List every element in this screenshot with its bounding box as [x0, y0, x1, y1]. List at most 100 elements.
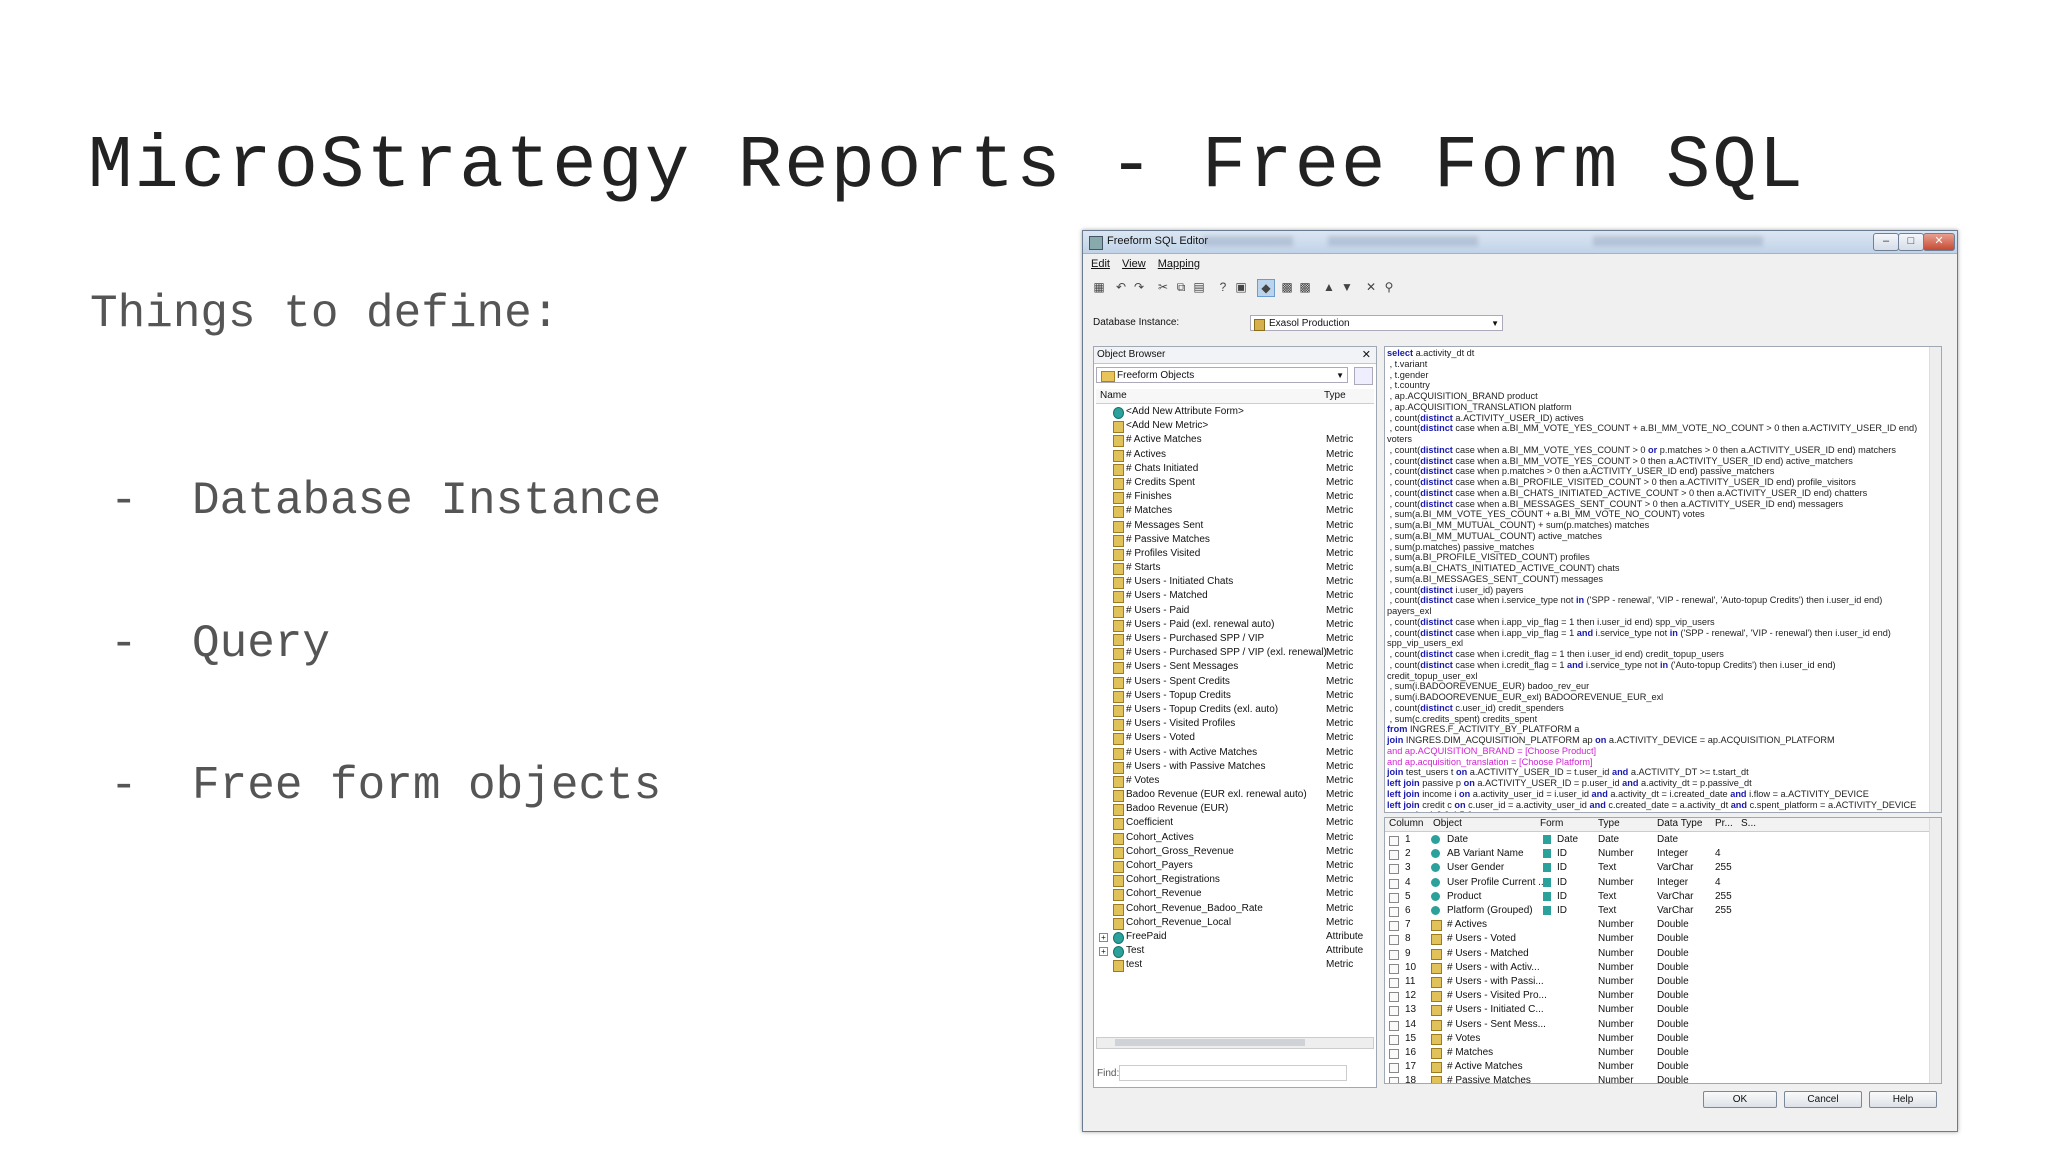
- help-button[interactable]: Help: [1869, 1091, 1937, 1108]
- list-item[interactable]: Cohort_Registrations Metric: [1096, 873, 1374, 888]
- table-row[interactable]: 13 # Users - Initiated C... Number Double: [1385, 1003, 1929, 1017]
- list-item[interactable]: # Users - Spent Credits Metric: [1096, 675, 1374, 689]
- paste-icon[interactable]: ▤: [1191, 279, 1207, 295]
- find-icon[interactable]: ⚲: [1381, 279, 1397, 295]
- folder-select[interactable]: Freeform Objects ▼: [1096, 367, 1348, 383]
- table-row[interactable]: 18 # Passive Matches Number Double: [1385, 1074, 1929, 1083]
- expand-icon[interactable]: +: [1099, 947, 1108, 957]
- table-row[interactable]: 10 # Users - with Activ... Number Double: [1385, 961, 1929, 975]
- cancel-button[interactable]: Cancel: [1784, 1091, 1862, 1108]
- table-row[interactable]: 14 # Users - Sent Mess... Number Double: [1385, 1018, 1929, 1032]
- list-item[interactable]: + FreePaid Attribute: [1096, 930, 1374, 944]
- attribute-mode-icon[interactable]: ◆: [1257, 279, 1275, 297]
- list-item[interactable]: # Users - with Passive Matches Metric: [1096, 760, 1374, 774]
- database-instance-select[interactable]: Exasol Production ▼: [1250, 315, 1503, 331]
- ok-button[interactable]: OK: [1703, 1091, 1777, 1108]
- list-item[interactable]: # Users - Voted Metric: [1096, 731, 1374, 746]
- sql-editor[interactable]: select a.activity_dt dt , t.variant , t.…: [1384, 346, 1942, 813]
- table-row[interactable]: 4 User Profile Current ... ID Number Integer…: [1385, 876, 1929, 890]
- vertical-scrollbar[interactable]: [1929, 818, 1941, 1083]
- find-input[interactable]: [1119, 1065, 1347, 1081]
- cut-icon[interactable]: ✂: [1155, 279, 1171, 295]
- vertical-scrollbar[interactable]: [1929, 347, 1941, 812]
- list-item[interactable]: # Chats Initiated Metric: [1096, 462, 1374, 476]
- copy-icon[interactable]: ⧉: [1173, 279, 1189, 295]
- list-item[interactable]: <Add New Metric>: [1096, 419, 1374, 434]
- menu-view[interactable]: View: [1122, 258, 1146, 270]
- list-item[interactable]: # Users - Paid Metric: [1096, 604, 1374, 618]
- list-item[interactable]: # Credits Spent Metric: [1096, 476, 1374, 490]
- menu-mapping[interactable]: Mapping: [1158, 258, 1200, 270]
- table-row[interactable]: 3 User Gender ID Text VarChar 255: [1385, 861, 1929, 875]
- table-row[interactable]: 8 # Users - Voted Number Double: [1385, 932, 1929, 946]
- prompt-icon[interactable]: ?: [1215, 279, 1231, 295]
- table-row[interactable]: 5 Product ID Text VarChar 255: [1385, 890, 1929, 904]
- list-item[interactable]: Cohort_Gross_Revenue Metric: [1096, 845, 1374, 859]
- list-item[interactable]: # Users - with Active Matches Metric: [1096, 746, 1374, 760]
- window-titlebar[interactable]: Freeform SQL Editor – □ ✕: [1083, 231, 1957, 254]
- list-item[interactable]: # Users - Purchased SPP / VIP Metric: [1096, 632, 1374, 646]
- undo-icon[interactable]: ↶: [1113, 279, 1129, 295]
- list-item[interactable]: # Starts Metric: [1096, 561, 1374, 576]
- list-item[interactable]: # Finishes Metric: [1096, 490, 1374, 505]
- list-item[interactable]: Cohort_Revenue_Badoo_Rate Metric: [1096, 902, 1374, 916]
- list-item[interactable]: # Messages Sent Metric: [1096, 519, 1374, 533]
- list-item[interactable]: # Users - Sent Messages Metric: [1096, 660, 1374, 675]
- header-scale[interactable]: S...: [1741, 818, 1756, 829]
- redo-icon[interactable]: ↷: [1131, 279, 1147, 295]
- list-item[interactable]: # Users - Initiated Chats Metric: [1096, 575, 1374, 590]
- header-column[interactable]: Column: [1389, 818, 1423, 829]
- list-item[interactable]: Badoo Revenue (EUR exl. renewal auto) Met…: [1096, 788, 1374, 803]
- column-type-header[interactable]: Type: [1324, 390, 1346, 401]
- list-item[interactable]: Cohort_Actives Metric: [1096, 831, 1374, 845]
- table-row[interactable]: 12 # Users - Visited Pro... Number Double: [1385, 989, 1929, 1003]
- move-up-icon[interactable]: ▲: [1321, 279, 1337, 295]
- table-row[interactable]: 17 # Active Matches Number Double: [1385, 1060, 1929, 1074]
- header-object[interactable]: Object: [1433, 818, 1462, 829]
- minimize-button[interactable]: –: [1873, 233, 1899, 251]
- list-item[interactable]: # Users - Matched Metric: [1096, 589, 1374, 604]
- list-item[interactable]: Coefficient Metric: [1096, 816, 1374, 831]
- list-item[interactable]: + Test Attribute: [1096, 944, 1374, 959]
- close-icon[interactable]: ✕: [1362, 347, 1371, 363]
- table-row[interactable]: 9 # Users - Matched Number Double: [1385, 947, 1929, 961]
- list-item[interactable]: Cohort_Revenue_Local Metric: [1096, 916, 1374, 930]
- header-form[interactable]: Form: [1540, 818, 1563, 829]
- table-row[interactable]: 1 Date Date Date Date: [1385, 833, 1929, 847]
- table-row[interactable]: 15 # Votes Number Double: [1385, 1032, 1929, 1046]
- table-row[interactable]: 6 Platform (Grouped) ID Text VarChar 255: [1385, 904, 1929, 918]
- horizontal-scrollbar[interactable]: [1096, 1037, 1374, 1049]
- move-down-icon[interactable]: ▼: [1339, 279, 1355, 295]
- list-item[interactable]: # Active Matches Metric: [1096, 433, 1374, 448]
- list-item[interactable]: Badoo Revenue (EUR) Metric: [1096, 802, 1374, 817]
- header-precision[interactable]: Pr...: [1715, 818, 1733, 829]
- table-row[interactable]: 16 # Matches Number Double: [1385, 1046, 1929, 1060]
- list-item[interactable]: # Matches Metric: [1096, 504, 1374, 519]
- expand-icon[interactable]: +: [1099, 932, 1108, 942]
- list-item[interactable]: # Users - Purchased SPP / VIP (exl. rene…: [1096, 646, 1374, 661]
- list-item[interactable]: # Actives Metric: [1096, 448, 1374, 462]
- list-item[interactable]: # Profiles Visited Metric: [1096, 547, 1374, 561]
- metric-icon[interactable]: ▩: [1279, 279, 1295, 295]
- list-item[interactable]: test Metric: [1096, 958, 1374, 973]
- insert-prompt-icon[interactable]: ▣: [1233, 279, 1249, 295]
- list-item[interactable]: # Users - Visited Profiles Metric: [1096, 717, 1374, 732]
- list-item[interactable]: # Users - Topup Credits Metric: [1096, 689, 1374, 703]
- table-row[interactable]: 7 # Actives Number Double: [1385, 918, 1929, 932]
- delete-icon[interactable]: ✕: [1363, 279, 1379, 295]
- sql-text[interactable]: select a.activity_dt dt , t.variant , t.…: [1385, 347, 1941, 812]
- list-item[interactable]: Cohort_Payers Metric: [1096, 859, 1374, 873]
- list-item[interactable]: # Passive Matches Metric: [1096, 533, 1374, 547]
- table-row[interactable]: 2 AB Variant Name ID Number Integer 4: [1385, 847, 1929, 861]
- list-item[interactable]: <Add New Attribute Form>: [1096, 405, 1374, 419]
- column-name-header[interactable]: Name: [1100, 390, 1127, 401]
- list-item[interactable]: # Votes Metric: [1096, 774, 1374, 788]
- close-button[interactable]: ✕: [1923, 233, 1955, 251]
- list-item[interactable]: # Users - Topup Credits (exl. auto) Metri…: [1096, 703, 1374, 717]
- maximize-button[interactable]: □: [1898, 233, 1924, 251]
- table-row[interactable]: 11 # Users - with Passi... Number Double: [1385, 975, 1929, 989]
- save-icon[interactable]: ▩: [1297, 279, 1313, 295]
- list-item[interactable]: # Users - Paid (exl. renewal auto) Metric: [1096, 618, 1374, 632]
- scrollbar-thumb[interactable]: [1115, 1039, 1305, 1046]
- folder-up-button[interactable]: [1354, 367, 1373, 385]
